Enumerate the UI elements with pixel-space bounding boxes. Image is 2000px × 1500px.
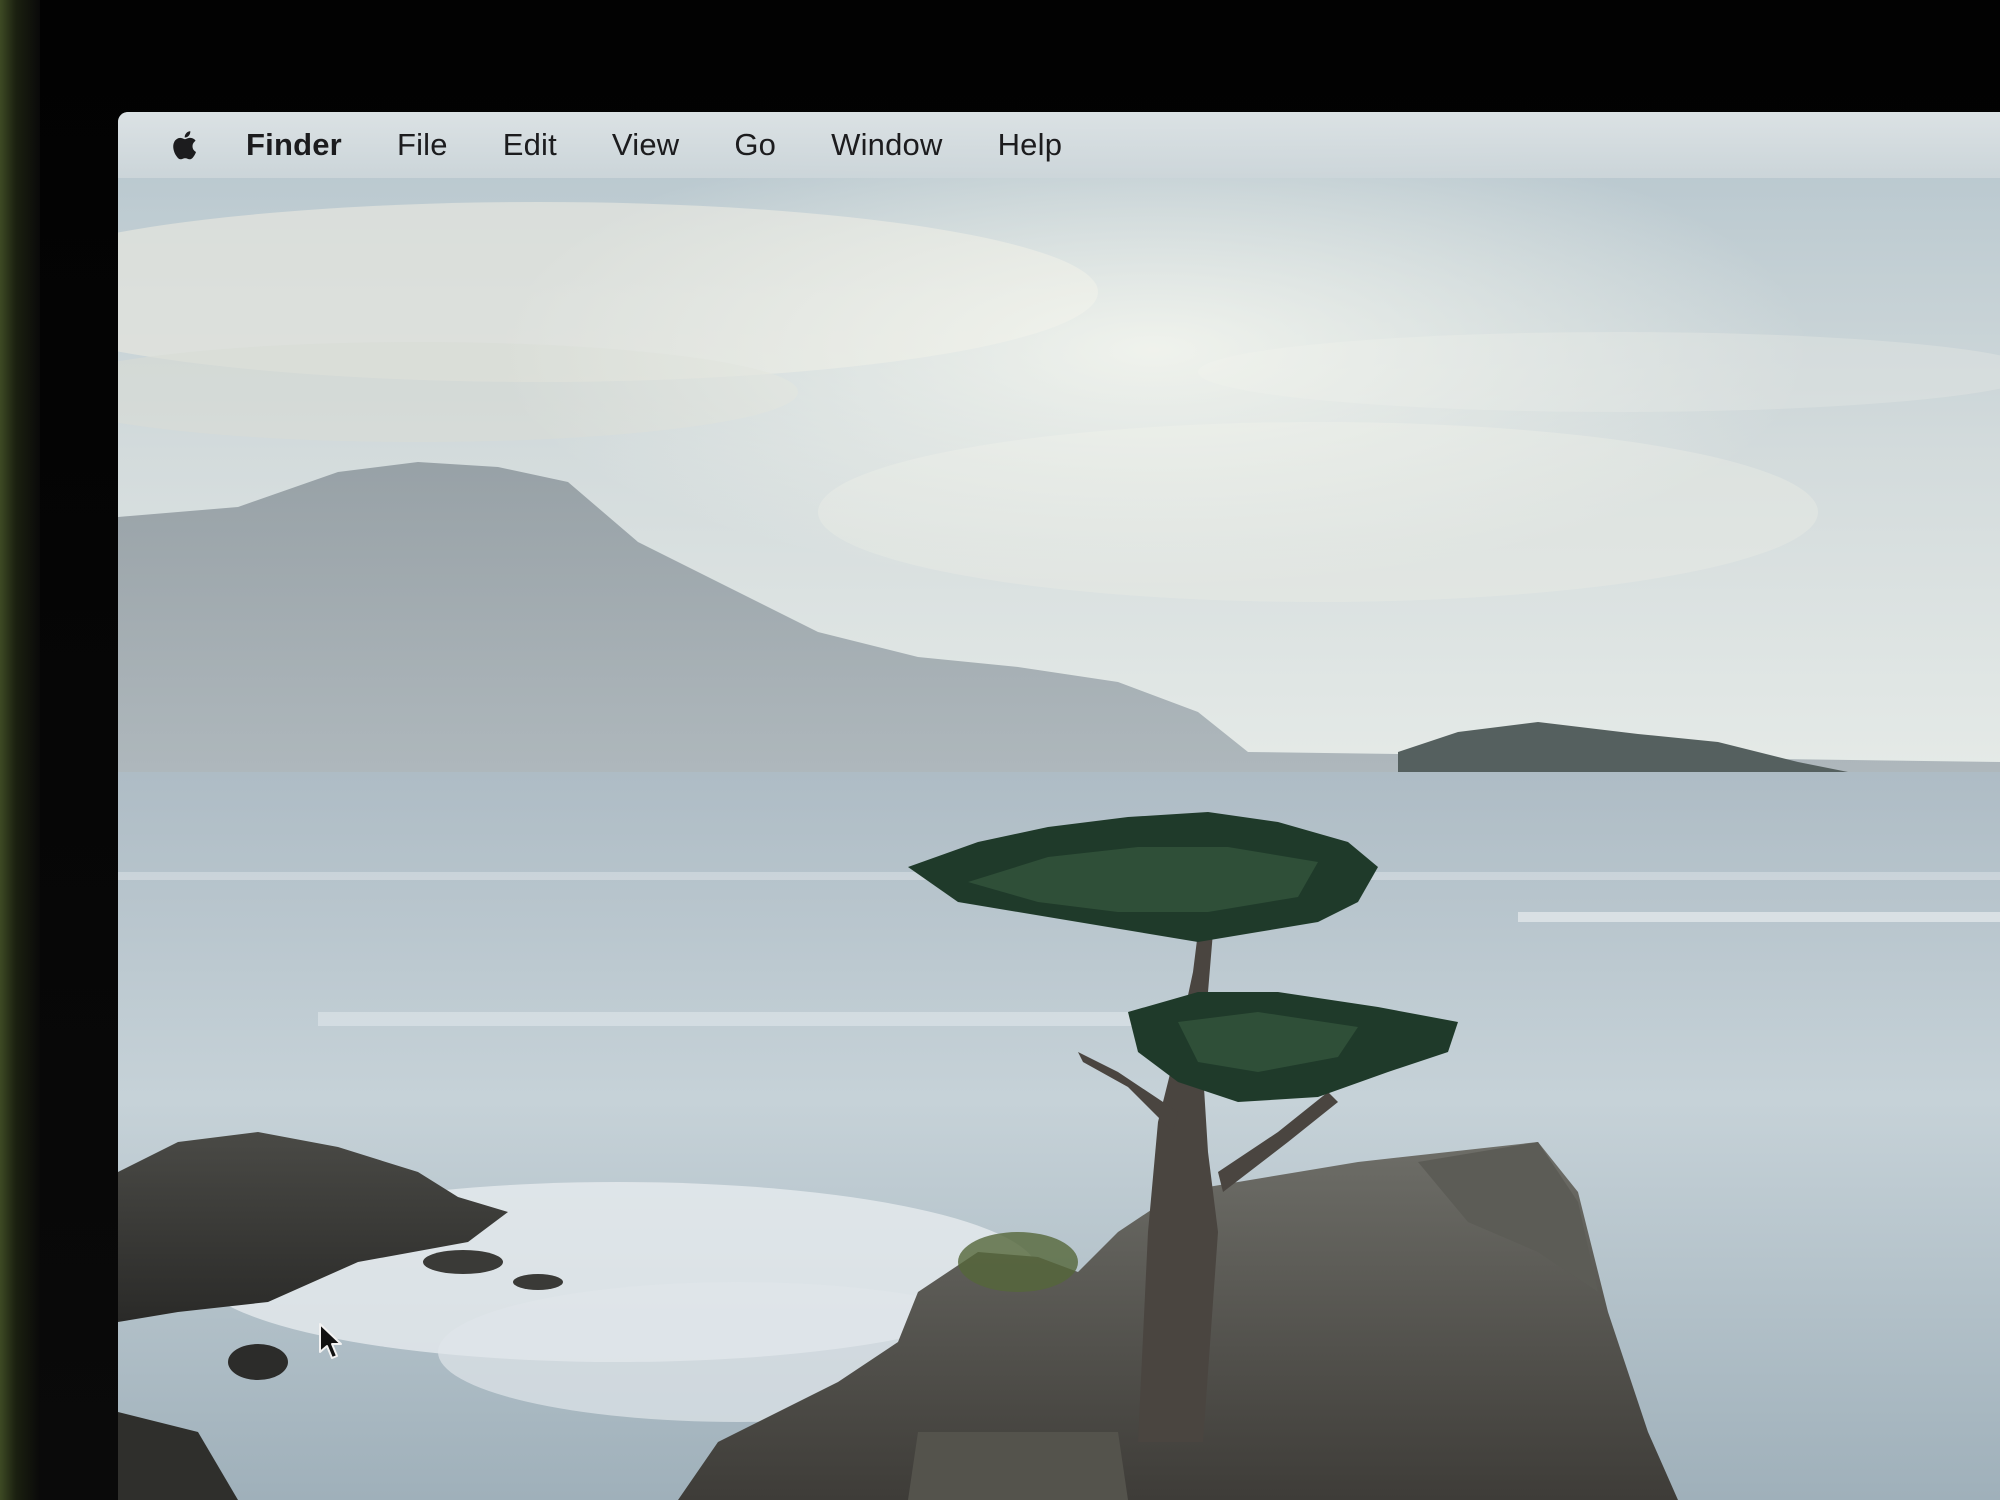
menu-window[interactable]: Window <box>831 127 942 163</box>
apple-logo-icon[interactable] <box>170 128 202 162</box>
menu-go[interactable]: Go <box>734 127 776 163</box>
bezel-edge <box>0 0 40 1500</box>
desktop-screen: Finder File Edit View Go Window Help <box>118 112 2000 1500</box>
menu-help[interactable]: Help <box>998 127 1063 163</box>
menu-edit[interactable]: Edit <box>503 127 557 163</box>
menu-app-name-finder[interactable]: Finder <box>246 127 342 163</box>
desktop-wallpaper <box>118 112 2000 1500</box>
menu-view[interactable]: View <box>612 127 679 163</box>
pointer-cursor-icon <box>319 1323 342 1359</box>
menu-file[interactable]: File <box>397 127 448 163</box>
menu-bar: Finder File Edit View Go Window Help <box>118 112 2000 178</box>
